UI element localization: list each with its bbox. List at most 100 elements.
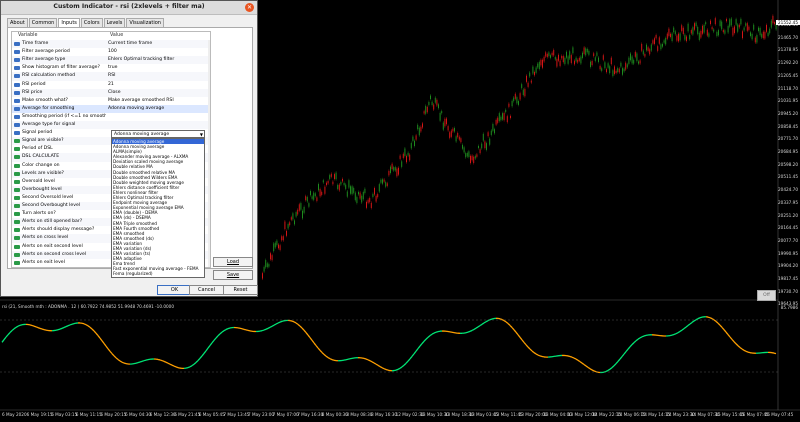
oscillator-segment: [327, 356, 331, 360]
oscillator-segment: [265, 327, 269, 330]
input-row[interactable]: RSI calculation method RSI: [12, 72, 210, 81]
tab-colors[interactable]: Colors: [80, 18, 103, 27]
oscillator-segment: [33, 325, 37, 328]
oscillator-segment: [117, 359, 121, 362]
oscillator-segment: [641, 335, 645, 338]
price-axis-label: 20858.45: [778, 123, 798, 129]
parameter-icon: [14, 82, 20, 87]
smoothing-average-select[interactable]: Adonna moving average ▼: [111, 130, 205, 138]
input-row[interactable]: Time frame Current time frame: [12, 40, 210, 49]
input-row-label: Show histogram of filter average?: [22, 65, 100, 71]
oscillator-segment: [413, 350, 417, 355]
oscillator-segment: [539, 355, 543, 358]
off-button[interactable]: Off: [757, 290, 776, 301]
oscillator-segment: [401, 364, 405, 368]
average-options-dropdown[interactable]: Adonna moving average Adonna moving avera…: [111, 138, 205, 278]
oscillator-segment: [67, 324, 71, 327]
oscillator-segment: [159, 359, 163, 362]
oscillator-segment: [221, 330, 225, 333]
oscillator-segment: [581, 362, 585, 366]
oscillator-segment: [227, 327, 231, 330]
oscillator-segment: [625, 348, 629, 353]
dialog-titlebar[interactable]: Custom Indicator - rsi (2xlevels + filte…: [1, 1, 257, 15]
oscillator-segment: [475, 326, 479, 329]
parameter-icon: [14, 106, 20, 111]
oscillator-segment: [329, 358, 333, 361]
input-row-value[interactable]: RSI: [108, 72, 208, 80]
input-row[interactable]: RSI price Close: [12, 88, 210, 97]
custom-indicator-dialog: Custom Indicator - rsi (2xlevels + filte…: [0, 0, 258, 297]
oscillator-segment: [5, 334, 9, 338]
oscillator-segment: [367, 359, 371, 362]
ok-button[interactable]: OK: [157, 285, 192, 295]
input-row[interactable]: Make smooth what? Make average smoothed R…: [12, 97, 210, 105]
tab-inputs[interactable]: Inputs: [58, 18, 80, 27]
dropdown-option[interactable]: FEMA (double) - DFEMA: [112, 277, 204, 278]
parameter-icon: [14, 244, 20, 249]
input-row[interactable]: Filter average type Ehlers Optimal tracki…: [12, 56, 210, 65]
close-icon[interactable]: ✕: [245, 3, 254, 12]
price-axis-label: 19990.95: [778, 250, 798, 256]
input-row[interactable]: Average for smoothing Adonna moving avera…: [12, 104, 210, 114]
oscillator-segment: [71, 322, 75, 325]
oscillator-segment: [519, 336, 523, 341]
oscillator-segment: [167, 362, 171, 365]
parameter-icon: [14, 114, 20, 119]
price-axis-label: 19904.20: [778, 263, 798, 269]
input-row[interactable]: Show histogram of filter average? true: [12, 64, 210, 72]
oscillator-segment: [695, 318, 699, 321]
input-row-value[interactable]: Current time frame: [108, 40, 208, 48]
load-button[interactable]: Load: [213, 257, 253, 267]
input-row-value[interactable]: true: [108, 64, 208, 72]
column-header-value: Value: [110, 33, 124, 38]
oscillator-segment: [385, 368, 389, 371]
oscillator-segment: [273, 323, 277, 326]
time-axis-label: 6 May 03:15: [51, 412, 78, 417]
cancel-button[interactable]: Cancel: [189, 285, 224, 295]
oscillator-segment: [699, 316, 703, 319]
tab-visualization[interactable]: Visualization: [126, 18, 164, 27]
parameter-icon: [14, 90, 20, 95]
oscillator-segment: [203, 350, 207, 354]
input-row-value[interactable]: Close: [108, 89, 208, 97]
input-row-label: Make smooth what?: [22, 97, 68, 103]
input-row-value[interactable]: 21: [108, 81, 208, 89]
oscillator-segment: [59, 327, 63, 330]
input-row[interactable]: Smoothing period (if <=1 no smooth...: [12, 113, 210, 121]
price-axis-label: 21031.95: [778, 98, 798, 104]
parameter-icon: [14, 139, 20, 144]
oscillator-segment: [123, 362, 127, 365]
reset-button[interactable]: Reset: [223, 285, 258, 295]
time-axis-label: 7 May 16:30: [297, 412, 324, 417]
chevron-down-icon: ▼: [199, 132, 203, 137]
grid-scrollbar[interactable]: [208, 40, 210, 267]
oscillator-segment: [19, 324, 23, 326]
oscillator-segment: [527, 346, 531, 350]
oscillator-segment: [577, 359, 581, 363]
oscillator-segment: [315, 345, 319, 349]
tab-about[interactable]: About: [7, 18, 28, 27]
input-row-value[interactable]: Ehlers Optimal tracking filter: [108, 56, 208, 64]
tab-levels[interactable]: Levels: [103, 18, 126, 27]
parameter-icon: [14, 212, 20, 217]
oscillator-segment: [589, 368, 593, 371]
input-row[interactable]: RSI period 21: [12, 81, 210, 89]
oscillator-segment: [81, 322, 85, 325]
oscillator-segment: [479, 323, 483, 327]
input-row[interactable]: Average type for signal: [12, 121, 210, 130]
oscillator-segment: [113, 355, 117, 359]
oscillator-segment: [485, 320, 489, 323]
input-row-value[interactable]: Adonna moving average: [108, 105, 208, 113]
price-axis-label: 20511.45: [778, 174, 798, 180]
input-row-value[interactable]: Make average smoothed RSI: [108, 97, 208, 105]
input-row-label: Signal are visible?: [22, 138, 64, 144]
tab-common[interactable]: Common: [28, 18, 58, 27]
save-button[interactable]: Save: [213, 270, 253, 280]
oscillator-segment: [607, 368, 611, 372]
oscillator-segment: [91, 328, 95, 332]
oscillator-segment: [267, 326, 271, 329]
input-row-label: Levels are visible?: [22, 170, 64, 176]
time-axis-label: 6 May 05:45: [198, 412, 225, 417]
input-row-value[interactable]: 100: [108, 48, 208, 56]
input-row[interactable]: Filter average period 100: [12, 48, 210, 56]
